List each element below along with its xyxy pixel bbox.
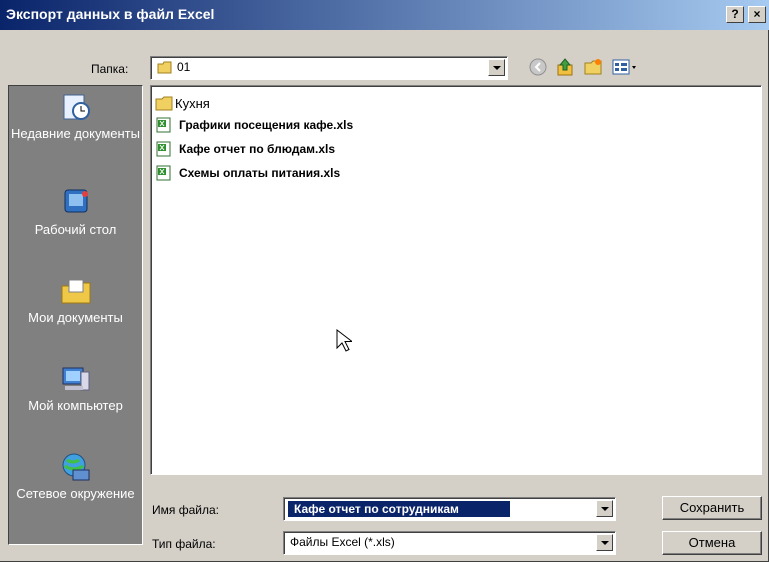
mouse-cursor-icon (336, 328, 354, 356)
place-desktop[interactable]: Рабочий стол (9, 188, 142, 238)
excel-file-icon (155, 141, 173, 157)
desktop-icon (59, 188, 93, 218)
lookin-dropdown[interactable]: 01 (150, 56, 508, 80)
lookin-value: 01 (177, 60, 191, 74)
excel-file-icon (155, 165, 173, 181)
filename-input[interactable]: Кафе отчет по сотрудникам (283, 497, 616, 521)
lookin-label: Папка: (91, 62, 129, 76)
close-button[interactable]: × (748, 6, 766, 23)
list-item-name: Схемы оплаты питания.xls (179, 166, 341, 180)
place-recent-documents[interactable]: Недавние документы (9, 92, 142, 142)
save-button[interactable]: Сохранить (662, 496, 762, 520)
list-item-name: Кухня (175, 96, 210, 111)
help-button[interactable]: ? (726, 6, 744, 23)
place-label: Рабочий стол (34, 222, 117, 237)
lookin-dropdown-arrow[interactable] (488, 59, 505, 76)
filetype-value: Файлы Excel (*.xls) (290, 535, 395, 549)
place-label: Сетевое окружение (16, 486, 135, 501)
place-label: Недавние документы (11, 126, 140, 141)
folder-icon (155, 95, 173, 111)
my-documents-icon (59, 276, 93, 306)
place-label: Мои документы (28, 310, 123, 325)
title-bar[interactable]: Экспорт данных в файл Excel ? × (0, 0, 769, 30)
my-computer-icon (59, 364, 93, 394)
views-menu-icon[interactable] (611, 57, 641, 77)
recent-documents-icon (59, 92, 93, 122)
folder-icon (157, 61, 173, 74)
back-icon[interactable] (528, 57, 548, 77)
excel-file-icon (155, 117, 173, 133)
dialog-title: Экспорт данных в файл Excel (6, 6, 215, 22)
place-my-computer[interactable]: Мой компьютер (9, 364, 142, 414)
export-dialog: Экспорт данных в файл Excel ? × Папка: 0… (0, 0, 769, 562)
filename-value: Кафе отчет по сотрудникам (288, 501, 510, 517)
places-bar: Недавние документы Рабочий стол Мои доку… (8, 85, 143, 545)
file-list[interactable]: Кухня Графики посещения кафе.xls Кафе от… (150, 85, 762, 475)
filename-dropdown-arrow[interactable] (596, 500, 613, 517)
filetype-label: Тип файла: (152, 537, 216, 551)
place-network[interactable]: Сетевое окружение (9, 452, 142, 502)
place-my-documents[interactable]: Мои документы (9, 276, 142, 326)
filename-label: Имя файла: (152, 503, 219, 517)
place-label: Мой компьютер (28, 398, 123, 413)
network-places-icon (59, 452, 93, 482)
list-item-name: Кафе отчет по блюдам.xls (179, 142, 336, 156)
up-folder-icon[interactable] (555, 57, 575, 77)
new-folder-icon[interactable] (583, 57, 603, 77)
cancel-button[interactable]: Отмена (662, 531, 762, 555)
filetype-dropdown-arrow[interactable] (596, 534, 613, 551)
filetype-dropdown[interactable]: Файлы Excel (*.xls) (283, 531, 616, 555)
list-item-name: Графики посещения кафе.xls (179, 118, 354, 132)
